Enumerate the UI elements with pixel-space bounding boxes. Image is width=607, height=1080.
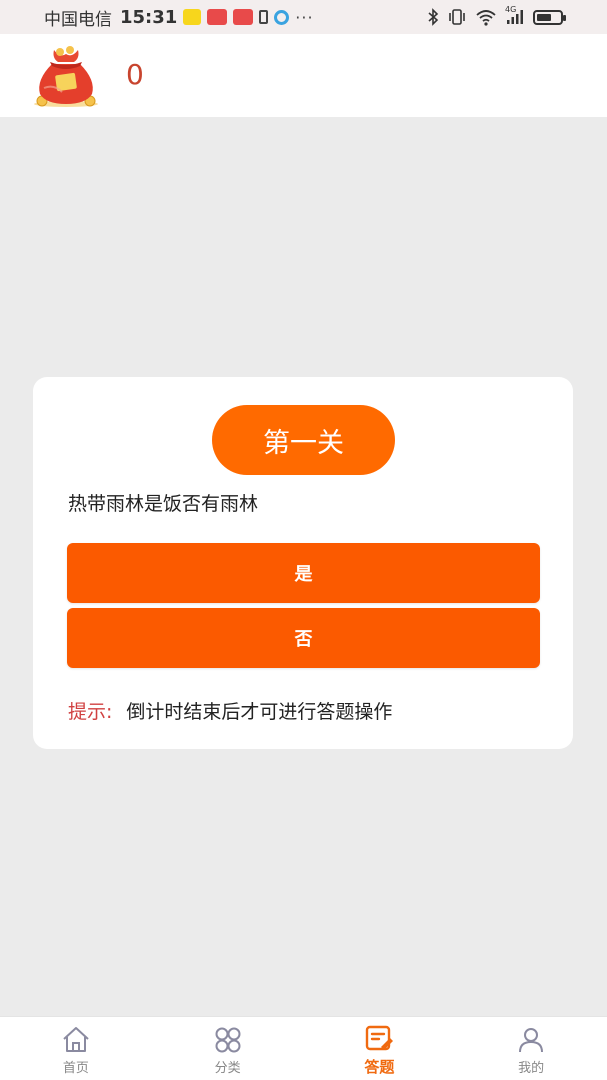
carrier-name: 中国电信 [44, 9, 112, 30]
nav-item-quiz[interactable]: 答题 [304, 1017, 456, 1080]
status-bar-left: 中国电信 15:31 ··· [44, 5, 314, 30]
coin-count: 0 [126, 58, 144, 91]
battery-level [537, 13, 551, 21]
notification-app-icon [183, 9, 202, 25]
nav-label-profile: 我的 [518, 1060, 545, 1076]
hint-label: 提示: [68, 701, 113, 723]
profile-icon [519, 1027, 544, 1052]
nav-label-home: 首页 [62, 1060, 89, 1076]
network-type: 4G [505, 5, 517, 14]
app-header: 0 [0, 34, 607, 117]
more-notifications-icon: ··· [295, 7, 314, 27]
hint-row: 提示: 倒计时结束后才可进行答题操作 [68, 697, 392, 724]
home-icon [63, 1026, 89, 1052]
hint-text: 倒计时结束后才可进行答题操作 [126, 701, 393, 723]
battery-icon [533, 9, 566, 25]
notification-app-icon [207, 9, 228, 25]
level-badge: 第一关 [212, 405, 395, 475]
bottom-nav: 首页 分类 答题 我的 [0, 1016, 607, 1080]
nav-label-quiz: 答题 [364, 1057, 395, 1076]
question-text: 热带雨林是饭否有雨林 [68, 493, 259, 515]
answer-yes-button[interactable]: 是 [67, 543, 540, 603]
notification-app-icon [233, 9, 254, 25]
answer-no-button[interactable]: 否 [67, 608, 540, 668]
wifi-icon [476, 10, 496, 26]
quiz-card: 第一关 热带雨林是饭否有雨林 是 否 提示: 倒计时结束后才可进行答题操作 [33, 377, 573, 749]
category-icon [215, 1027, 241, 1052]
quiz-icon [366, 1025, 394, 1050]
clock: 15:31 [120, 6, 178, 28]
nav-item-category[interactable]: 分类 [152, 1017, 304, 1080]
nav-label-category: 分类 [214, 1060, 241, 1076]
nav-item-home[interactable]: 首页 [0, 1017, 152, 1080]
status-bar: 中国电信 15:31 ··· 4G [0, 0, 607, 34]
vibrate-icon [449, 9, 465, 25]
signal-group: 4G [505, 5, 525, 25]
battery-alert-icon [259, 10, 269, 24]
nav-item-profile[interactable]: 我的 [455, 1017, 607, 1080]
money-bag-icon[interactable] [30, 44, 102, 108]
bluetooth-icon [428, 8, 439, 26]
status-bar-right: 4G [427, 5, 566, 26]
sync-icon [274, 9, 290, 25]
